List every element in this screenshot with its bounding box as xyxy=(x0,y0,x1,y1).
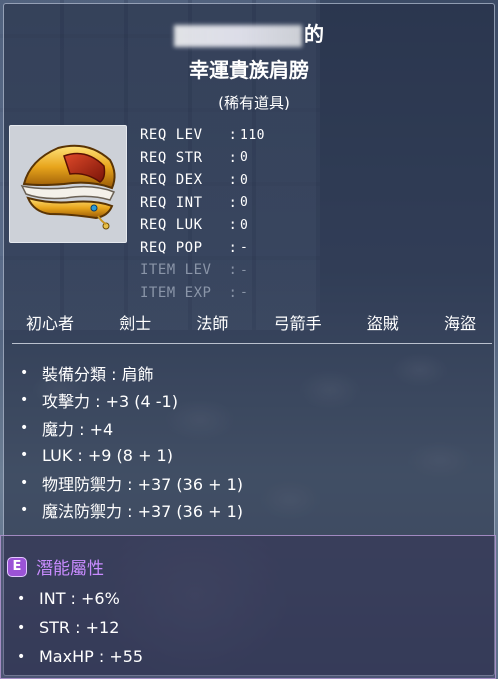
req-str: REQ STR:0 xyxy=(140,149,249,166)
stat-magic: • 魔力 : +4 xyxy=(20,419,114,439)
job-list: 初心者 劍士 法師 弓箭手 盜賊 海盜 xyxy=(26,310,476,334)
job-magician: 法師 xyxy=(196,314,229,333)
job-bowman: 弓箭手 xyxy=(273,314,322,333)
job-pirate: 海盜 xyxy=(443,314,476,333)
job-beginner: 初心者 xyxy=(26,314,75,333)
item-level: ITEM LEV: - xyxy=(140,262,249,279)
req-dex: REQ DEX:0 xyxy=(140,172,249,189)
stat-magic-defense: • 魔法防禦力 : +37 (36 + 1) xyxy=(20,502,244,522)
potential-header: E 潛能屬性 xyxy=(7,554,104,579)
stat-attack: • 攻擊力 : +3 (4 -1) xyxy=(20,392,178,412)
name-suffix: 的 xyxy=(304,22,324,46)
item-exp: ITEM EXP: - xyxy=(140,284,249,301)
item-owner-line: 的 xyxy=(4,18,494,47)
potential-rank-badge: E xyxy=(7,556,27,577)
potential-line: • MaxHP : +55 xyxy=(17,647,144,666)
req-pop: REQ POP: - xyxy=(140,239,249,256)
potential-lines: • INT : +6% • STR : +12 • MaxHP : +55 xyxy=(17,584,143,671)
req-int: REQ INT:0 xyxy=(140,194,249,211)
item-icon-box xyxy=(9,125,127,243)
job-warrior: 劍士 xyxy=(119,314,152,333)
req-level: REQ LEV:110 xyxy=(140,127,265,144)
potential-line: • STR : +12 xyxy=(17,618,120,637)
item-name: 幸運貴族肩膀 xyxy=(189,58,309,82)
requirements-list: REQ LEV:110 REQ STR:0 REQ DEX:0 REQ INT:… xyxy=(140,124,300,304)
job-thief: 盜賊 xyxy=(366,314,399,333)
gold-shoulder-pad-icon xyxy=(20,144,116,230)
stat-luk: • LUK : +9 (8 + 1) xyxy=(20,445,173,465)
potential-title: 潛能屬性 xyxy=(36,559,104,579)
req-luk: REQ LUK:0 xyxy=(140,217,249,234)
item-rarity: (稀有道具) xyxy=(218,94,290,112)
stat-physical-defense: • 物理防禦力 : +37 (36 + 1) xyxy=(20,474,244,494)
divider xyxy=(12,343,492,344)
stat-category: • 裝備分類 : 肩飾 xyxy=(20,364,154,384)
potential-line: • INT : +6% xyxy=(17,589,120,608)
stat-list: • 裝備分類 : 肩飾 • 攻擊力 : +3 (4 -1) • 魔力 : +4 • LU… xyxy=(20,359,243,524)
potential-section: E 潛能屬性 • INT : +6% • STR : +12 • MaxHP : +5… xyxy=(0,535,496,679)
obscured-owner-name xyxy=(174,24,302,47)
